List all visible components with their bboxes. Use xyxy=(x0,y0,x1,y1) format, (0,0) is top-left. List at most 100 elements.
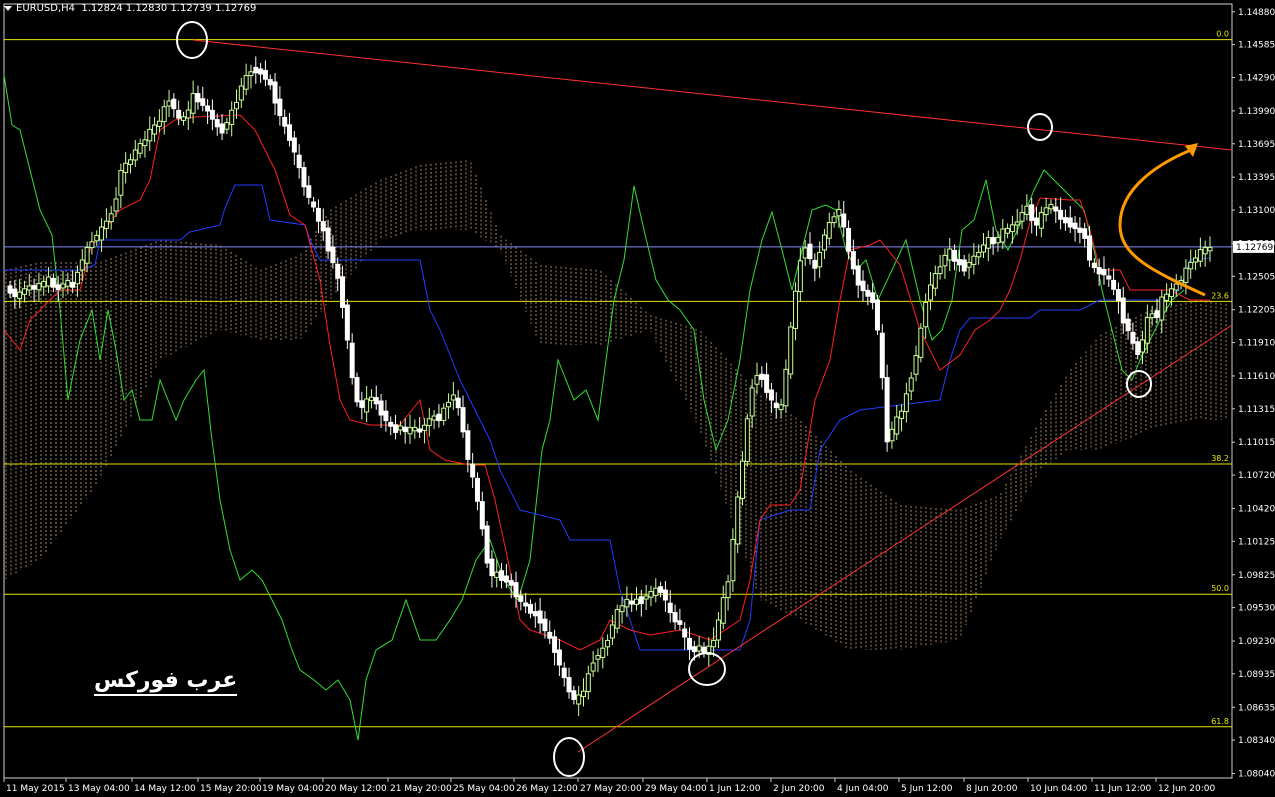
candle xyxy=(94,230,100,246)
price-tick-label: 1.12505 xyxy=(1238,272,1275,282)
candlestick-series xyxy=(7,56,1213,716)
candle xyxy=(132,140,138,167)
candle-body xyxy=(171,98,177,110)
candle xyxy=(388,416,394,436)
candle-body xyxy=(460,407,466,433)
candle xyxy=(1082,222,1088,248)
candle-body xyxy=(393,424,399,433)
candle-body xyxy=(258,68,264,75)
candle-body xyxy=(200,98,206,106)
candle-body xyxy=(340,276,346,308)
price-tick-label: 1.09230 xyxy=(1238,637,1275,647)
candle-body xyxy=(590,662,596,672)
candle xyxy=(50,273,56,293)
candle-body xyxy=(1130,331,1136,344)
chart-window[interactable]: 0.0 23.6 38.2 50.0 61.8 1.14880 1.14585 1.14290… xyxy=(0,0,1275,797)
candle-body xyxy=(1149,313,1155,319)
candle-body xyxy=(932,273,938,289)
candle-body xyxy=(489,558,495,577)
candle xyxy=(518,589,524,611)
candle-body xyxy=(1120,297,1126,324)
candle xyxy=(706,637,712,667)
candle-body xyxy=(768,389,774,401)
candle-body xyxy=(850,251,856,270)
candle xyxy=(152,117,158,142)
candle xyxy=(224,117,230,135)
candle xyxy=(229,101,235,137)
candle xyxy=(315,199,321,234)
candle xyxy=(282,109,288,135)
candle xyxy=(653,578,659,603)
candle xyxy=(180,111,186,126)
price-tick-label: 1.13695 xyxy=(1238,140,1275,150)
candle-body xyxy=(638,596,644,605)
candle xyxy=(46,267,52,293)
candle xyxy=(571,685,577,705)
candle-body xyxy=(383,410,389,422)
candle xyxy=(185,101,191,130)
time-tick-label: 2 Jun 20:00 xyxy=(773,784,825,794)
candle xyxy=(431,410,437,429)
candle-body xyxy=(687,637,693,650)
candle xyxy=(373,385,379,410)
candle-body xyxy=(354,377,360,403)
candle xyxy=(715,612,721,648)
candle xyxy=(768,383,774,413)
candle xyxy=(821,229,827,259)
candle-body xyxy=(797,260,803,293)
candle-body xyxy=(364,398,370,413)
time-tick-label: 19 May 04:00 xyxy=(262,784,324,794)
candle-body xyxy=(1173,283,1179,291)
candle-body xyxy=(966,262,972,268)
ichimoku-cloud xyxy=(5,160,1227,650)
candle xyxy=(1072,216,1078,242)
candle xyxy=(103,208,109,239)
candle-body xyxy=(672,612,678,623)
candle xyxy=(927,272,933,310)
candle xyxy=(643,585,649,610)
candle xyxy=(1188,249,1194,279)
candle xyxy=(1058,197,1064,230)
candle-body xyxy=(301,167,307,188)
candle xyxy=(368,389,374,409)
candle-body xyxy=(205,105,211,112)
candle xyxy=(1159,290,1165,333)
candle xyxy=(417,417,423,438)
candle xyxy=(634,587,640,611)
candle-body xyxy=(253,66,259,74)
candle-body xyxy=(870,292,876,303)
lower-trendline xyxy=(577,324,1233,753)
candle xyxy=(961,255,967,276)
price-tick-label: 1.10720 xyxy=(1238,471,1275,481)
candle xyxy=(590,651,596,677)
candle xyxy=(166,90,172,117)
candle-body xyxy=(142,139,148,147)
candle xyxy=(36,272,42,301)
candle xyxy=(566,667,572,699)
candle xyxy=(889,421,895,449)
candle-body xyxy=(513,582,519,598)
candle-body xyxy=(561,667,567,679)
candle-body xyxy=(450,394,456,401)
candle xyxy=(1077,217,1083,244)
candle-body xyxy=(412,426,418,432)
candle-body xyxy=(70,281,76,288)
candle xyxy=(793,282,799,341)
candle-body xyxy=(580,690,586,697)
candle-body xyxy=(330,246,336,264)
candle-body xyxy=(1096,267,1102,275)
candle-body xyxy=(865,289,871,297)
candle xyxy=(89,231,95,255)
candle-body xyxy=(195,93,201,103)
candle xyxy=(393,414,399,440)
candle-body xyxy=(1159,296,1165,321)
candle xyxy=(118,163,124,209)
candle-body xyxy=(65,280,71,287)
candle-body xyxy=(1067,217,1073,228)
candle xyxy=(340,265,346,319)
candle-body xyxy=(662,589,668,601)
ohlc-readout: 1.12824 1.12830 1.12739 1.12769 xyxy=(81,3,257,14)
candle-body xyxy=(735,496,741,545)
candle-body xyxy=(368,396,374,401)
dropdown-icon[interactable] xyxy=(4,5,12,11)
